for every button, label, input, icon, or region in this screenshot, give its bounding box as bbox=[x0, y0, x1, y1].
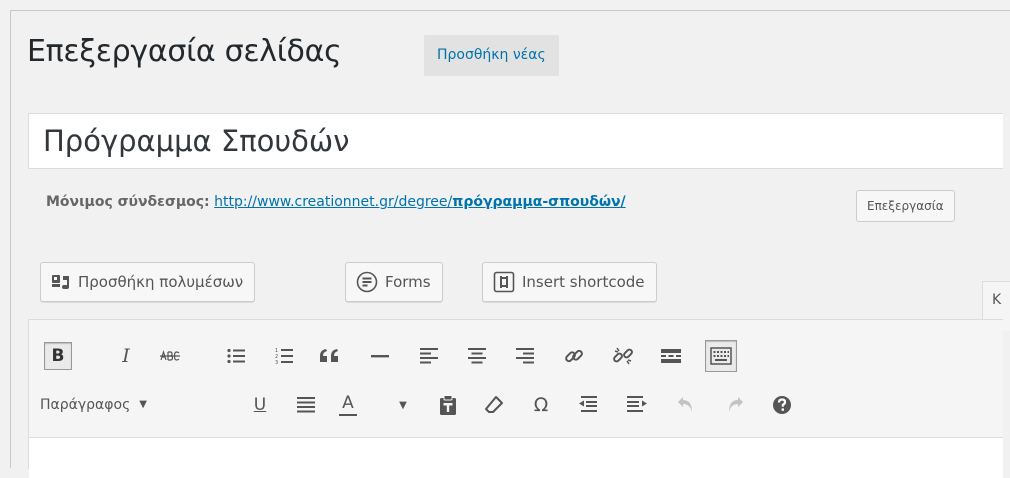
title-input[interactable]: Πρόγραμμα Σπουδών bbox=[28, 113, 1003, 169]
permalink-url-base: http://www.creationnet.gr/degree/ bbox=[214, 194, 453, 210]
blockquote-icon[interactable] bbox=[316, 342, 344, 370]
read-more-icon[interactable] bbox=[657, 342, 685, 370]
strikethrough-icon[interactable] bbox=[156, 342, 184, 370]
permalink-url[interactable]: http://www.creationnet.gr/degree/πρόγραμ… bbox=[214, 194, 626, 210]
text-color-dropdown[interactable]: ▼ bbox=[396, 391, 410, 419]
text-color-swatch: A bbox=[339, 392, 357, 416]
underline-glyph: U bbox=[253, 395, 267, 415]
paste-text-icon[interactable] bbox=[434, 391, 462, 419]
bullet-list-icon[interactable] bbox=[222, 342, 250, 370]
add-new-button[interactable]: Προσθήκη νέας bbox=[424, 35, 559, 76]
underline-icon[interactable]: U bbox=[246, 391, 274, 419]
italic-icon[interactable]: I bbox=[112, 342, 140, 370]
undo-icon[interactable] bbox=[672, 391, 700, 419]
justify-icon[interactable] bbox=[292, 391, 320, 419]
svg-text:3: 3 bbox=[275, 360, 278, 365]
insert-shortcode-button[interactable]: Insert shortcode bbox=[482, 262, 657, 302]
help-icon[interactable] bbox=[768, 391, 796, 419]
numbered-list-icon[interactable]: 1 2 3 bbox=[270, 342, 298, 370]
bold-icon[interactable]: B bbox=[44, 342, 72, 370]
bold-glyph: B bbox=[51, 346, 65, 366]
forms-button[interactable]: Forms bbox=[345, 262, 443, 302]
clear-formatting-icon[interactable] bbox=[480, 391, 508, 419]
align-left-icon[interactable] bbox=[415, 342, 443, 370]
chevron-down-icon: ▼ bbox=[139, 399, 147, 410]
forms-icon bbox=[356, 271, 378, 293]
permalink: Μόνιμος σύνδεσμος: http://www.creationne… bbox=[46, 194, 626, 210]
permalink-url-slug: πρόγραμμα-σπουδών/ bbox=[452, 194, 626, 210]
outdent-icon[interactable] bbox=[575, 391, 603, 419]
chevron-down-icon: ▼ bbox=[399, 399, 407, 411]
indent-icon[interactable] bbox=[623, 391, 651, 419]
text-color-icon[interactable]: A bbox=[334, 391, 362, 419]
editor-content-area[interactable] bbox=[29, 437, 1003, 478]
page-title: Επεξεργασία σελίδας bbox=[27, 34, 342, 69]
toolbar-toggle-icon[interactable] bbox=[705, 340, 737, 372]
italic-glyph: I bbox=[122, 345, 130, 367]
horizontal-line-icon[interactable] bbox=[366, 342, 394, 370]
unlink-icon[interactable] bbox=[609, 342, 637, 370]
permalink-label: Μόνιμος σύνδεσμος: bbox=[46, 194, 210, 210]
insert-shortcode-label: Insert shortcode bbox=[522, 273, 645, 291]
redo-icon[interactable] bbox=[721, 391, 749, 419]
text-color-bar bbox=[339, 413, 357, 416]
forms-label: Forms bbox=[385, 273, 431, 291]
edit-permalink-button[interactable]: Επεξεργασία bbox=[856, 190, 955, 222]
link-icon[interactable] bbox=[560, 342, 588, 370]
format-select-value: Παράγραφος bbox=[40, 397, 131, 413]
add-media-button[interactable]: Προσθήκη πολυμέσων bbox=[40, 262, 256, 302]
special-character-icon[interactable]: Ω bbox=[527, 391, 555, 419]
text-color-glyph: A bbox=[342, 392, 354, 413]
format-select[interactable]: Παράγραφος ▼ bbox=[40, 391, 147, 419]
shortcode-icon bbox=[493, 271, 515, 293]
omega-glyph: Ω bbox=[533, 394, 549, 416]
align-center-icon[interactable] bbox=[463, 342, 491, 370]
add-media-label: Προσθήκη πολυμέσων bbox=[78, 273, 244, 291]
align-right-icon[interactable] bbox=[511, 342, 539, 370]
media-icon bbox=[51, 273, 71, 291]
